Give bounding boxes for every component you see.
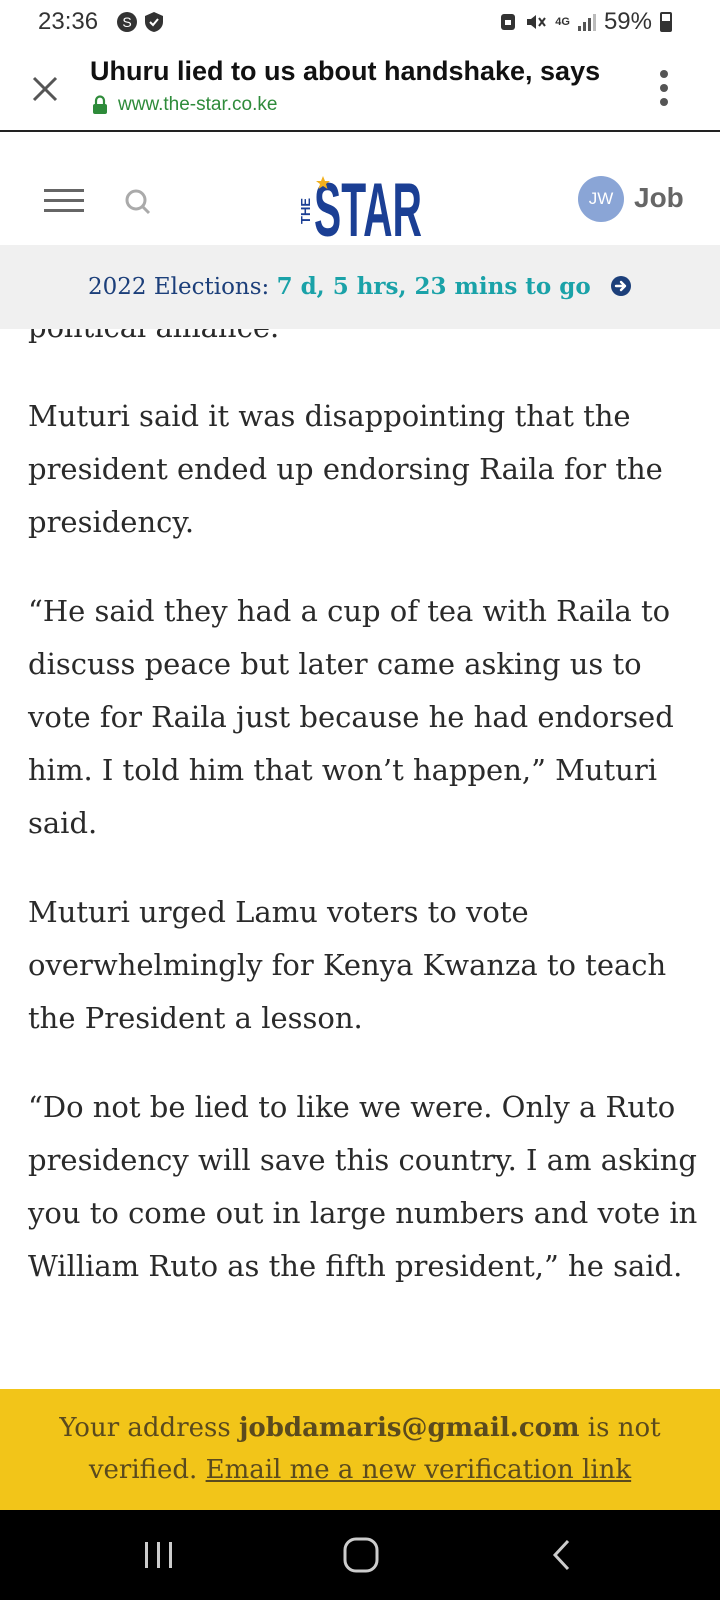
back-icon[interactable]	[550, 1538, 572, 1572]
url-text: www.the-star.co.ke	[118, 94, 278, 115]
battery-percent: 59%	[603, 8, 652, 35]
search-icon[interactable]	[124, 188, 152, 216]
logo-main-text: STAR	[314, 168, 422, 240]
article-paragraph: Muturi urged Lamu voters to vote overwhe…	[28, 895, 667, 1035]
status-bar: 23:36 S 4G 59%	[0, 0, 720, 44]
s-app-icon: S	[117, 12, 137, 32]
signal-icon	[577, 13, 596, 31]
menu-icon[interactable]	[44, 188, 84, 214]
article-paragraph: Muturi said it was disappointing that th…	[28, 399, 663, 539]
article-paragraph: political alliance.	[28, 329, 700, 354]
verify-email: jobdamaris@gmail.com	[238, 1413, 580, 1443]
avatar[interactable]: JW	[578, 176, 624, 222]
article-paragraph: “He said they had a cup of tea with Rail…	[28, 594, 674, 840]
recent-apps-icon[interactable]	[142, 1538, 176, 1572]
article-paragraph: “Do not be lied to like we were. Only a …	[28, 1090, 698, 1283]
page-title: Uhuru lied to us about handshake, says	[90, 56, 601, 86]
alarm-lock-icon	[501, 14, 516, 30]
user-name[interactable]: Job	[634, 182, 684, 214]
shield-icon	[145, 12, 163, 32]
verify-text-before: Your address	[59, 1413, 239, 1443]
article-body: political alliance. Muturi said it was d…	[0, 329, 720, 1389]
home-icon[interactable]	[342, 1536, 380, 1574]
countdown-time: 7 d, 5 hrs, 23 mins to go	[276, 273, 591, 300]
status-time: 23:36	[38, 8, 99, 35]
url-row[interactable]: www.the-star.co.ke	[92, 94, 277, 116]
site-header: THE STAR JW Job	[0, 132, 720, 245]
network-type: 4G	[555, 15, 570, 28]
email-verification-banner: Your address jobdamaris@gmail.com is not…	[0, 1389, 720, 1510]
more-options-icon[interactable]	[658, 68, 670, 108]
lock-icon	[93, 95, 107, 114]
verification-link[interactable]: Email me a new verification link	[206, 1455, 632, 1485]
status-notification-icons: S	[116, 11, 164, 33]
election-countdown-banner[interactable]: 2022 Elections: 7 d, 5 hrs, 23 mins to g…	[0, 245, 720, 329]
arrow-circle-right-icon[interactable]	[610, 275, 632, 297]
svg-text:S: S	[122, 14, 131, 30]
countdown-label: 2022 Elections:	[87, 274, 270, 300]
system-nav-bar	[0, 1510, 720, 1600]
browser-toolbar: Uhuru lied to us about handshake, says w…	[0, 44, 720, 132]
close-icon[interactable]	[28, 72, 62, 106]
logo-small-text: THE	[298, 198, 313, 224]
battery-icon	[660, 12, 672, 32]
status-right-icons: 4G 59%	[499, 8, 672, 36]
the-star-logo[interactable]: THE STAR	[292, 164, 424, 240]
article-content: political alliance. Muturi said it was d…	[28, 329, 700, 1329]
mute-icon	[527, 15, 547, 29]
